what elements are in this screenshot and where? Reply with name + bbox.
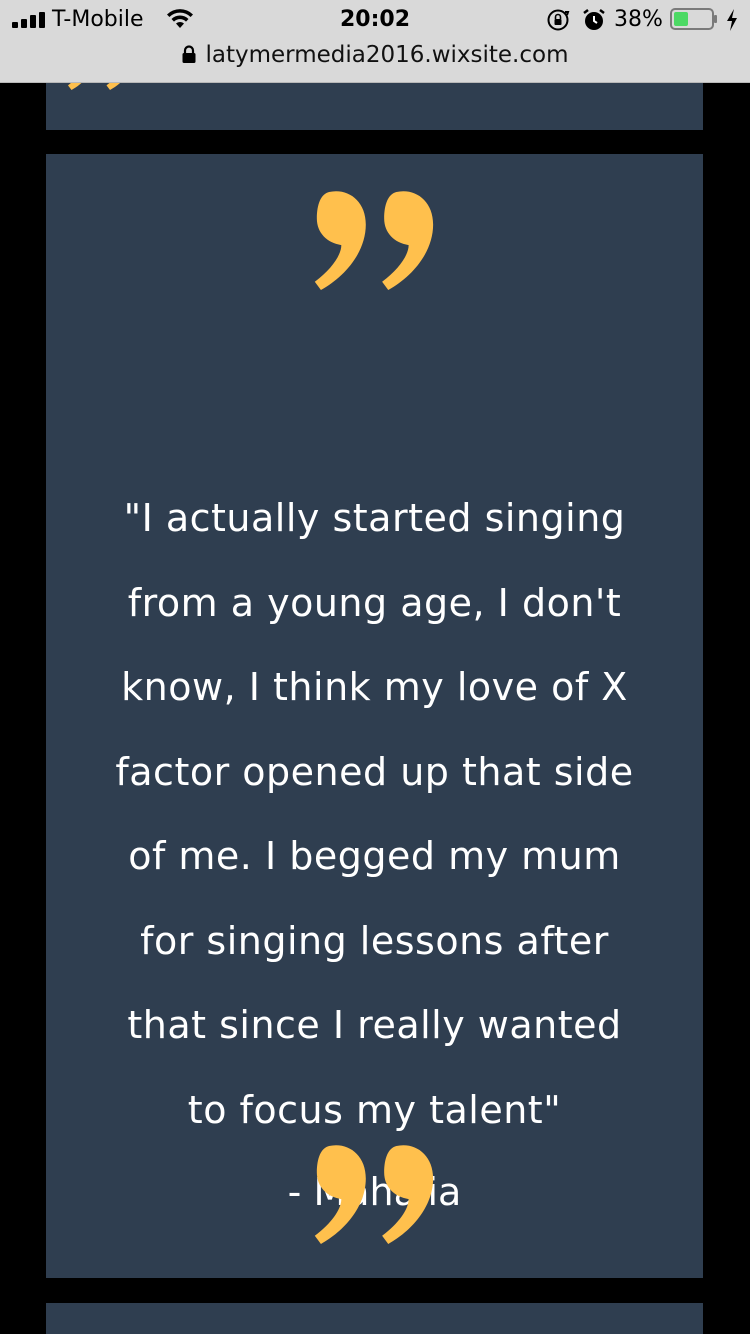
alarm-icon bbox=[583, 9, 605, 30]
url-text: latymermedia2016.wixsite.com bbox=[205, 42, 569, 68]
browser-top-bar: T-Mobile 20:02 38% latymermedia2016.wixs… bbox=[0, 0, 750, 83]
quote-line: that since I really wanted bbox=[127, 1003, 622, 1047]
quote-line: of me. I begged my mum bbox=[128, 834, 621, 878]
address-bar[interactable]: latymermedia2016.wixsite.com bbox=[0, 38, 750, 74]
battery-percentage: 38% bbox=[614, 7, 663, 32]
screen: T-Mobile 20:02 38% latymermedia2016.wixs… bbox=[0, 0, 750, 1334]
quote-line: know, I think my love of X bbox=[121, 665, 628, 709]
status-bar: T-Mobile 20:02 38% bbox=[0, 0, 750, 40]
quote-line: from a young age, I don't bbox=[127, 580, 622, 625]
battery-icon bbox=[670, 8, 717, 30]
quote-panel: "I actually started singing from a young… bbox=[46, 154, 703, 1278]
quote-text: "I actually started singing from a young… bbox=[66, 476, 683, 1152]
quote-line: to focus my talent" bbox=[187, 1087, 562, 1132]
quote-line: factor opened up that side bbox=[115, 749, 634, 794]
top-quote-mark-icon bbox=[314, 191, 434, 290]
quote-line: "I actually started singing bbox=[123, 496, 626, 540]
charging-bolt-icon bbox=[727, 9, 737, 31]
padlock-icon bbox=[182, 45, 195, 63]
bottom-quote-mark-icon bbox=[314, 1145, 434, 1244]
rotation-lock-icon bbox=[547, 9, 570, 31]
quote-line: for singing lessons after bbox=[140, 918, 609, 963]
next-quote-panel bbox=[46, 1303, 703, 1334]
